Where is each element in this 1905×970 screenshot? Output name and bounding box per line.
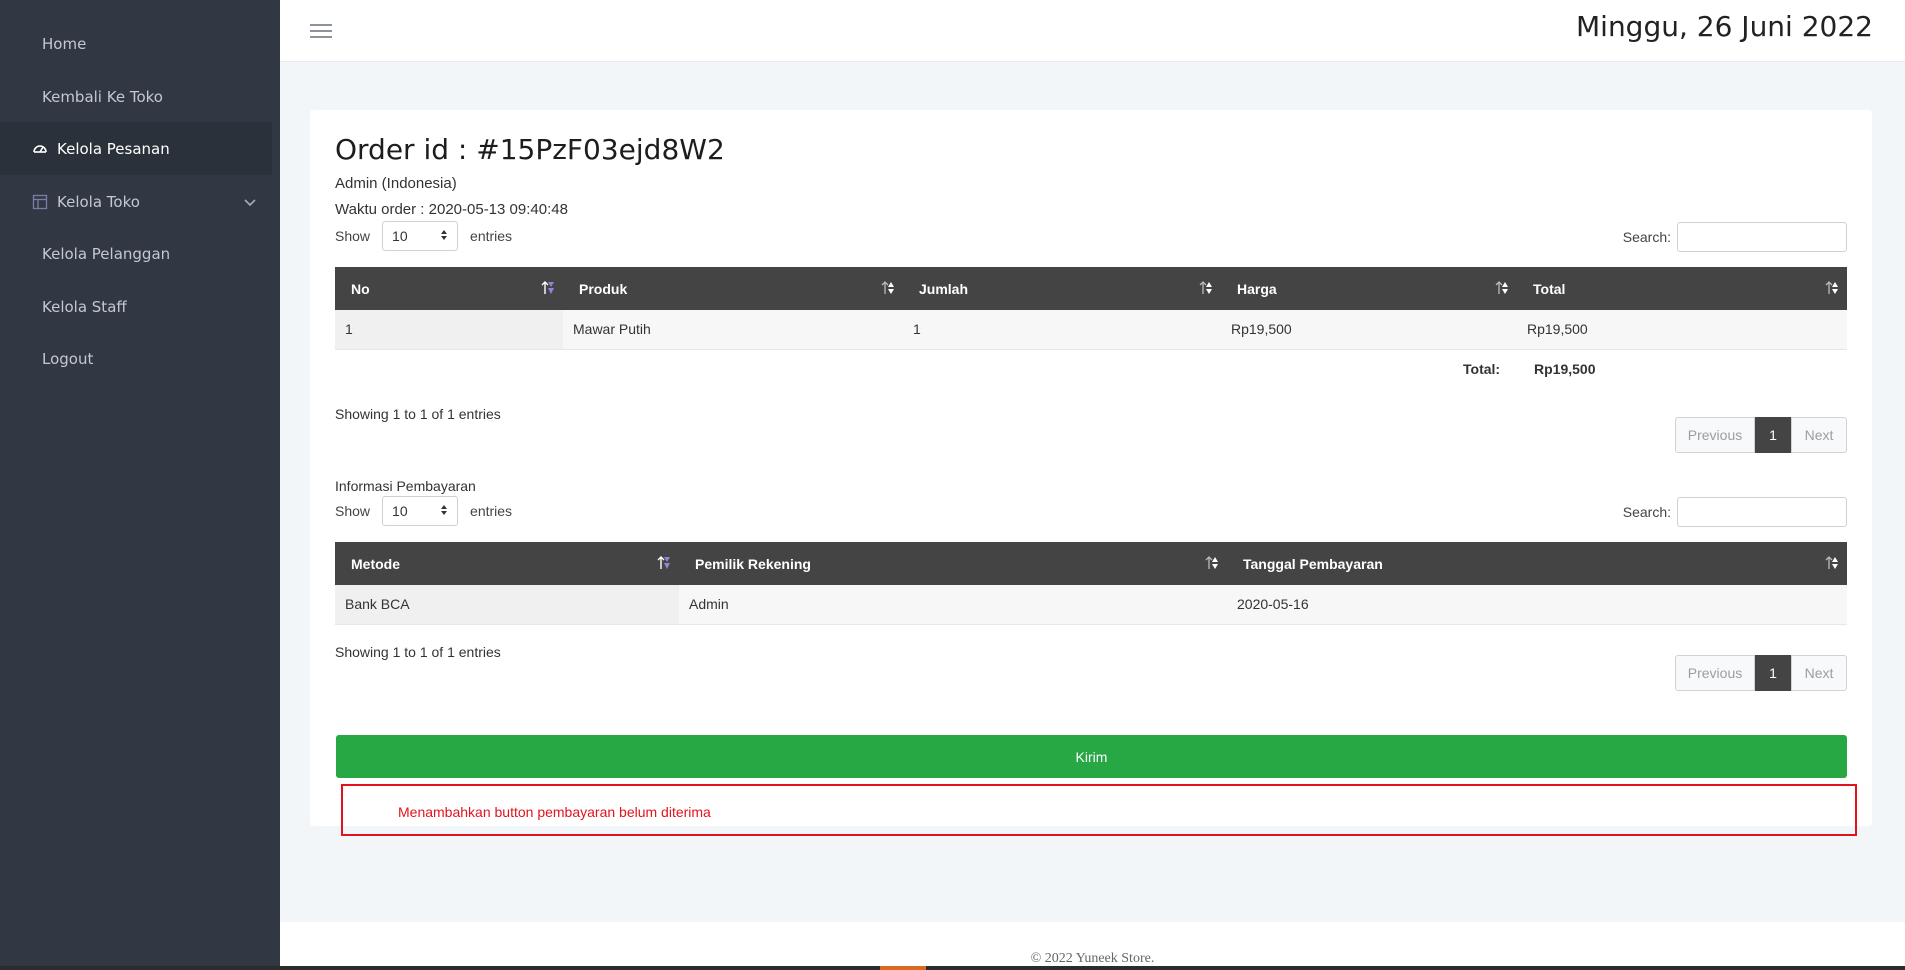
cell-harga: Rp19,500 [1221,310,1517,350]
sidebar-item-label: Kelola Staff [42,297,127,316]
payment-section-label: Informasi Pembayaran [335,478,476,494]
layout-icon [32,194,48,210]
payment-pagination: Previous 1 Next [1675,655,1847,691]
products-length-control: Show 10 entries [335,221,512,251]
sort-icon [1825,555,1839,571]
sidebar-item-kelola-toko[interactable]: Kelola Toko [0,175,272,228]
column-header-total[interactable]: Total [1517,267,1847,310]
payment-length-control: Show 10 entries [335,496,512,526]
previous-page-button[interactable]: Previous [1675,417,1755,453]
top-bar: Minggu, 26 Juni 2022 [280,0,1905,62]
sidebar-item-label: Kelola Pelanggan [42,244,171,263]
sidebar: Home Kembali Ke Toko Kelola Pesanan Kelo… [0,0,280,970]
select-value: 10 [392,503,408,519]
page-title: Order id : #15PzF03ejd8W2 [335,133,725,166]
cell-jumlah: 1 [903,310,1221,350]
copyright-text: © 2022 Yuneek Store. [1030,951,1155,966]
order-detail-card: Order id : #15PzF03ejd8W2 Admin (Indones… [310,110,1872,826]
select-arrows-icon [440,503,448,519]
sort-icon [1495,280,1509,296]
products-search: Search: [1623,222,1847,252]
cell-no: 1 [335,310,563,350]
column-header-metode[interactable]: Metode [335,542,679,585]
footer-bottom-bar [280,966,1905,970]
table-row: 1 Mawar Putih 1 Rp19,500 Rp19,500 [335,310,1847,350]
column-header-no[interactable]: No [335,267,563,310]
sidebar-item-kelola-pesanan[interactable]: Kelola Pesanan [0,122,272,175]
sidebar-item-kelola-staff[interactable]: Kelola Staff [0,280,272,333]
payment-table: Metode Pemilik Rekening Tanggal Pembayar… [335,542,1847,625]
footer-accent [880,966,926,970]
sidebar-item-label: Home [42,34,87,53]
sort-icon [1205,555,1219,571]
cell-produk: Mawar Putih [563,310,903,350]
kirim-button[interactable]: Kirim [336,735,1847,778]
table-row: Bank BCA Admin 2020-05-16 [335,585,1847,625]
sidebar-item-kelola-pelanggan[interactable]: Kelola Pelanggan [0,227,272,280]
dashboard-gauge-icon [32,141,48,157]
payment-search-input[interactable] [1677,497,1847,527]
sidebar-item-label: Logout [42,349,94,368]
current-date: Minggu, 26 Juni 2022 [1576,10,1873,43]
search-label: Search: [1622,504,1671,520]
products-table-info: Showing 1 to 1 of 1 entries [335,406,501,422]
sidebar-item-kembali-ke-toko[interactable]: Kembali Ke Toko [0,70,272,123]
customer-name: Admin (Indonesia) [335,175,457,192]
cell-metode: Bank BCA [335,585,679,625]
search-label: Search: [1622,229,1671,245]
annotation-box: Menambahkan button pembayaran belum dite… [341,784,1857,836]
sidebar-item-home[interactable]: Home [0,17,272,70]
column-header-tanggal-pembayaran[interactable]: Tanggal Pembayaran [1227,542,1847,585]
sidebar-item-label: Kelola Pesanan [57,139,170,158]
total-label: Total: [1463,361,1501,377]
sidebar-bottom-edge [0,966,280,970]
sort-icon [1825,280,1839,296]
sort-icon [881,280,895,296]
sidebar-item-label: Kembali Ke Toko [42,87,163,106]
next-page-button[interactable]: Next [1791,417,1847,453]
page-1-button[interactable]: 1 [1755,655,1791,691]
payment-search: Search: [1623,497,1847,527]
order-time: Waktu order : 2020-05-13 09:40:48 [335,201,568,218]
show-label: Show [335,228,371,244]
sidebar-item-label: Kelola Toko [57,192,140,211]
sort-icon [1199,280,1213,296]
products-table: No Produk Jumlah Harga Total 1 Mawar Put… [335,267,1847,350]
hamburger-menu-icon[interactable] [310,24,334,44]
annotation-text: Menambahkan button pembayaran belum dite… [398,804,711,820]
sort-asc-icon [541,280,555,296]
cell-total: Rp19,500 [1517,310,1847,350]
cell-tanggal-pembayaran: 2020-05-16 [1227,585,1847,625]
next-page-button[interactable]: Next [1791,655,1847,691]
column-header-jumlah[interactable]: Jumlah [903,267,1221,310]
chevron-down-icon [242,194,258,210]
sort-asc-icon [657,555,671,571]
select-value: 10 [392,228,408,244]
products-length-select[interactable]: 10 [382,221,459,251]
cell-pemilik-rekening: Admin [679,585,1227,625]
sidebar-item-logout[interactable]: Logout [0,332,272,385]
select-arrows-icon [440,228,448,244]
payment-length-select[interactable]: 10 [382,496,459,526]
page-1-button[interactable]: 1 [1755,417,1791,453]
entries-label: entries [470,503,513,519]
total-value: Rp19,500 [1534,361,1596,377]
payment-table-info: Showing 1 to 1 of 1 entries [335,644,501,660]
products-pagination: Previous 1 Next [1675,417,1847,453]
previous-page-button[interactable]: Previous [1675,655,1755,691]
column-header-produk[interactable]: Produk [563,267,903,310]
entries-label: entries [470,228,513,244]
column-header-harga[interactable]: Harga [1221,267,1517,310]
products-search-input[interactable] [1677,222,1847,252]
footer: © 2022 Yuneek Store. [280,922,1905,970]
column-header-pemilik-rekening[interactable]: Pemilik Rekening [679,542,1227,585]
show-label: Show [335,503,371,519]
